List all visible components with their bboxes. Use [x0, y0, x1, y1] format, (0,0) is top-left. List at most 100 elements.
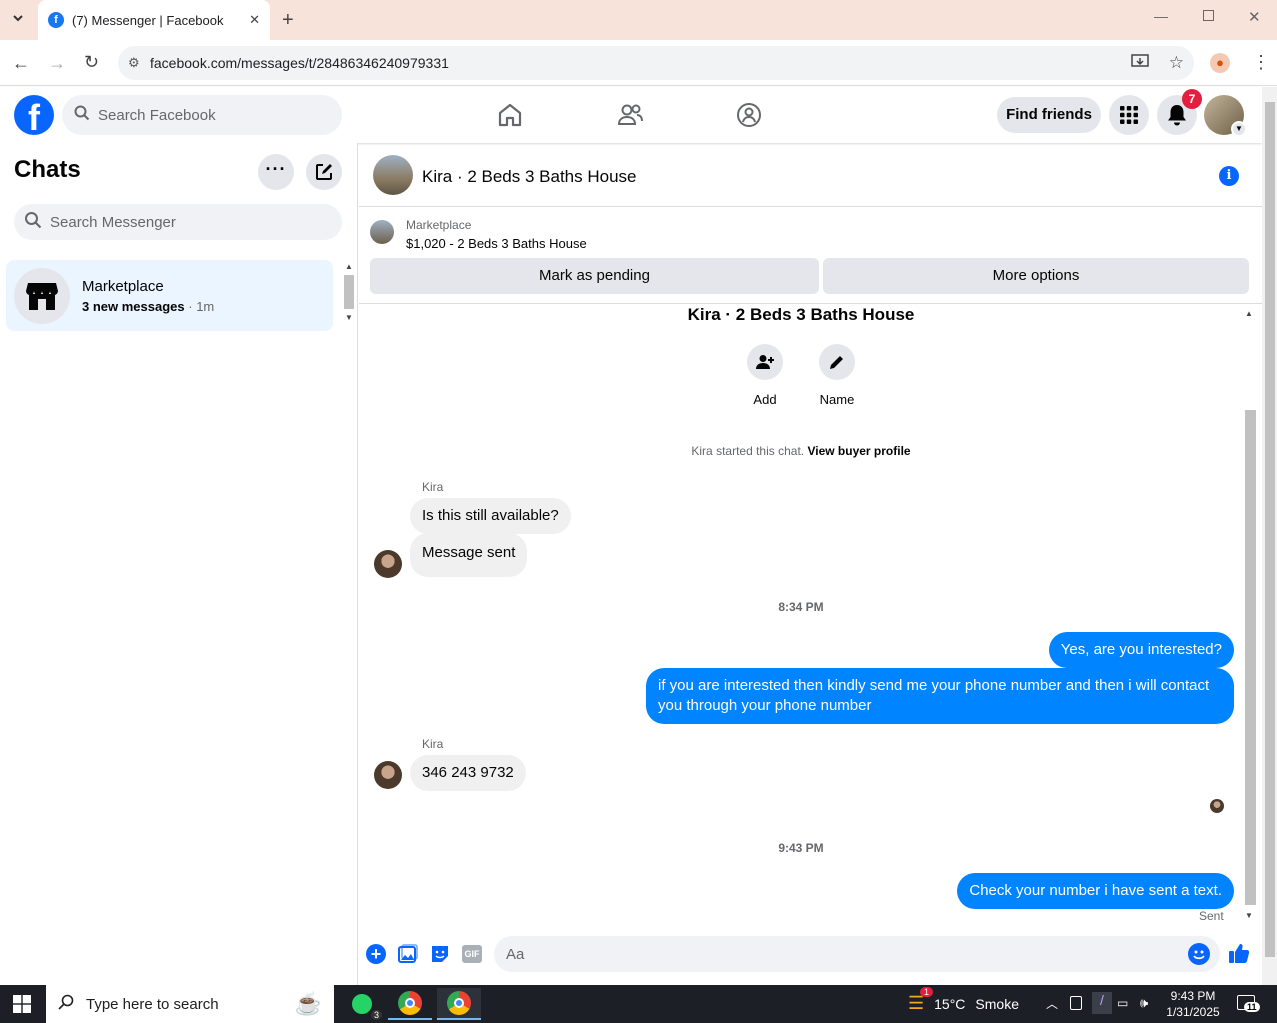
message-input[interactable]: Aa: [494, 936, 1220, 972]
chat-list-item[interactable]: Marketplace 3 new messages · 1m: [6, 260, 333, 331]
message-status: Sent: [1199, 909, 1224, 923]
kira-avatar[interactable]: [374, 761, 402, 789]
find-friends-button[interactable]: Find friends: [997, 97, 1101, 133]
search-highlight-icon: ☕: [294, 991, 322, 1016]
reload-icon[interactable]: ↻: [84, 52, 99, 73]
whatsapp-taskbar-icon[interactable]: 3: [340, 988, 384, 1020]
started-text: Kira started this chat.: [691, 444, 805, 458]
more-options-button[interactable]: More options: [823, 258, 1249, 294]
tab-search-chevron-icon[interactable]: [10, 10, 26, 31]
sender-name: Kira: [422, 480, 444, 494]
whatsapp-badge: 3: [370, 1010, 382, 1020]
back-icon[interactable]: ←: [12, 53, 30, 74]
minimize-icon[interactable]: —: [1154, 8, 1168, 24]
new-tab-icon[interactable]: +: [282, 9, 294, 32]
forward-icon[interactable]: →: [48, 53, 66, 74]
incoming-message[interactable]: Is this still available?: [410, 498, 571, 534]
chrome-taskbar-icon[interactable]: [388, 988, 432, 1020]
volume-icon[interactable]: 🕪: [1140, 995, 1148, 1011]
search-icon: [58, 994, 74, 1014]
chrome-menu-icon[interactable]: ⋮: [1252, 52, 1270, 73]
gif-icon[interactable]: GIF: [462, 945, 482, 963]
browser-tab[interactable]: f (7) Messenger | Facebook ✕: [38, 0, 270, 40]
weather-widget[interactable]: ☰ 1 15°C Smoke: [908, 987, 1019, 1014]
outgoing-message[interactable]: if you are interested then kindly send m…: [646, 668, 1234, 724]
bookmark-star-icon[interactable]: ☆: [1169, 53, 1184, 73]
chat-scrollbar-thumb[interactable]: [1245, 410, 1256, 905]
chat-options-button[interactable]: ···: [258, 154, 294, 190]
chats-title: Chats: [14, 156, 81, 183]
message-timestamp: 8:34 PM: [778, 600, 824, 614]
sidebar-scrollbar[interactable]: ▲ ▼: [342, 262, 356, 330]
network-icon[interactable]: ▭: [1117, 996, 1128, 1010]
listing-thumbnail[interactable]: [373, 155, 413, 195]
facebook-search-placeholder: Search Facebook: [98, 106, 216, 124]
emoji-icon[interactable]: [1188, 943, 1210, 965]
messenger-search-placeholder: Search Messenger: [50, 213, 176, 231]
profile-icon[interactable]: ●: [1210, 53, 1230, 73]
pencil-icon: [819, 344, 855, 380]
more-dots-icon: ···: [265, 159, 287, 179]
name-chat-button[interactable]: Name: [817, 344, 857, 407]
site-info-icon[interactable]: ⚙: [128, 55, 150, 71]
mark-as-pending-button[interactable]: Mark as pending: [370, 258, 819, 294]
marketplace-store-icon: [14, 267, 70, 324]
info-icon[interactable]: i: [1219, 166, 1239, 186]
notification-count-badge: 7: [1182, 89, 1202, 109]
chat-heading: Kira · 2 Beds 3 Baths House: [687, 305, 915, 324]
chat-scroll-down-icon[interactable]: ▼: [1245, 911, 1253, 920]
listing-label: Marketplace: [406, 218, 472, 232]
chat-scroll-up-icon[interactable]: ▲: [1245, 309, 1253, 318]
taskbar-clock[interactable]: 9:43 PM 1/31/2025: [1162, 988, 1224, 1020]
kira-avatar[interactable]: [374, 550, 402, 578]
sticker-icon[interactable]: [430, 944, 450, 969]
new-message-button[interactable]: [306, 154, 342, 190]
facebook-logo[interactable]: f: [14, 95, 54, 135]
plus-icon[interactable]: +: [366, 944, 386, 964]
taskbar-search-placeholder: Type here to search: [86, 995, 219, 1013]
action-center-badge: 11: [1244, 1002, 1260, 1012]
outgoing-message[interactable]: Yes, are you interested?: [1048, 632, 1234, 668]
show-hidden-icons-icon[interactable]: ︿: [1046, 995, 1058, 1012]
account-chevron-down-icon[interactable]: ▼: [1231, 121, 1247, 137]
install-app-icon[interactable]: [1131, 53, 1149, 73]
address-bar[interactable]: ⚙ facebook.com/messages/t/28486346240979…: [118, 46, 1194, 80]
conversation-title[interactable]: Kira · 2 Beds 3 Baths House: [422, 167, 637, 187]
photo-icon[interactable]: [398, 944, 418, 969]
action-center-icon[interactable]: 11: [1237, 995, 1260, 1012]
incoming-message[interactable]: Message sent: [410, 533, 528, 577]
search-icon: [74, 105, 90, 125]
message-input-placeholder: Aa: [506, 945, 525, 963]
incoming-message[interactable]: 346 243 9732: [410, 755, 526, 791]
restore-icon[interactable]: [1203, 10, 1214, 21]
menu-grid-button[interactable]: [1109, 95, 1149, 135]
clock-date: 1/31/2025: [1166, 1005, 1220, 1019]
facebook-search-input[interactable]: Search Facebook: [62, 95, 342, 135]
page-scrollbar-thumb[interactable]: [1265, 102, 1275, 957]
chrome-taskbar-icon[interactable]: [437, 988, 481, 1020]
chat-started-notice: Kira started this chat. View buyer profi…: [359, 444, 1243, 458]
pen-icon[interactable]: /: [1092, 992, 1112, 1014]
add-people-button[interactable]: Add: [745, 344, 785, 407]
messenger-search-input[interactable]: Search Messenger: [14, 204, 342, 240]
thumbs-up-icon[interactable]: [1228, 942, 1250, 969]
tab-title: (7) Messenger | Facebook: [72, 12, 224, 28]
outgoing-message[interactable]: Check your number i have sent a text.: [957, 873, 1234, 909]
tab-close-icon[interactable]: ✕: [249, 12, 260, 28]
taskbar-search[interactable]: Type here to search ☕: [46, 985, 334, 1023]
windows-start-icon[interactable]: [13, 995, 31, 1018]
menu-grid-icon: [1120, 106, 1138, 124]
chat-time: 1m: [196, 298, 215, 314]
url-text: facebook.com/messages/t/2848634624097933…: [150, 55, 449, 71]
listing-price[interactable]: $1,020 - 2 Beds 3 Baths House: [406, 236, 587, 251]
view-buyer-profile-link[interactable]: View buyer profile: [807, 444, 910, 458]
groups-icon[interactable]: [734, 100, 764, 130]
add-label: Add: [753, 392, 777, 407]
meet-now-icon[interactable]: [1070, 996, 1082, 1010]
home-icon[interactable]: [495, 100, 525, 130]
search-icon: [24, 211, 42, 233]
window-close-icon[interactable]: ✕: [1248, 8, 1261, 26]
listing-small-thumbnail: [370, 220, 394, 244]
compose-icon: [316, 164, 332, 180]
friends-icon[interactable]: [615, 100, 645, 130]
